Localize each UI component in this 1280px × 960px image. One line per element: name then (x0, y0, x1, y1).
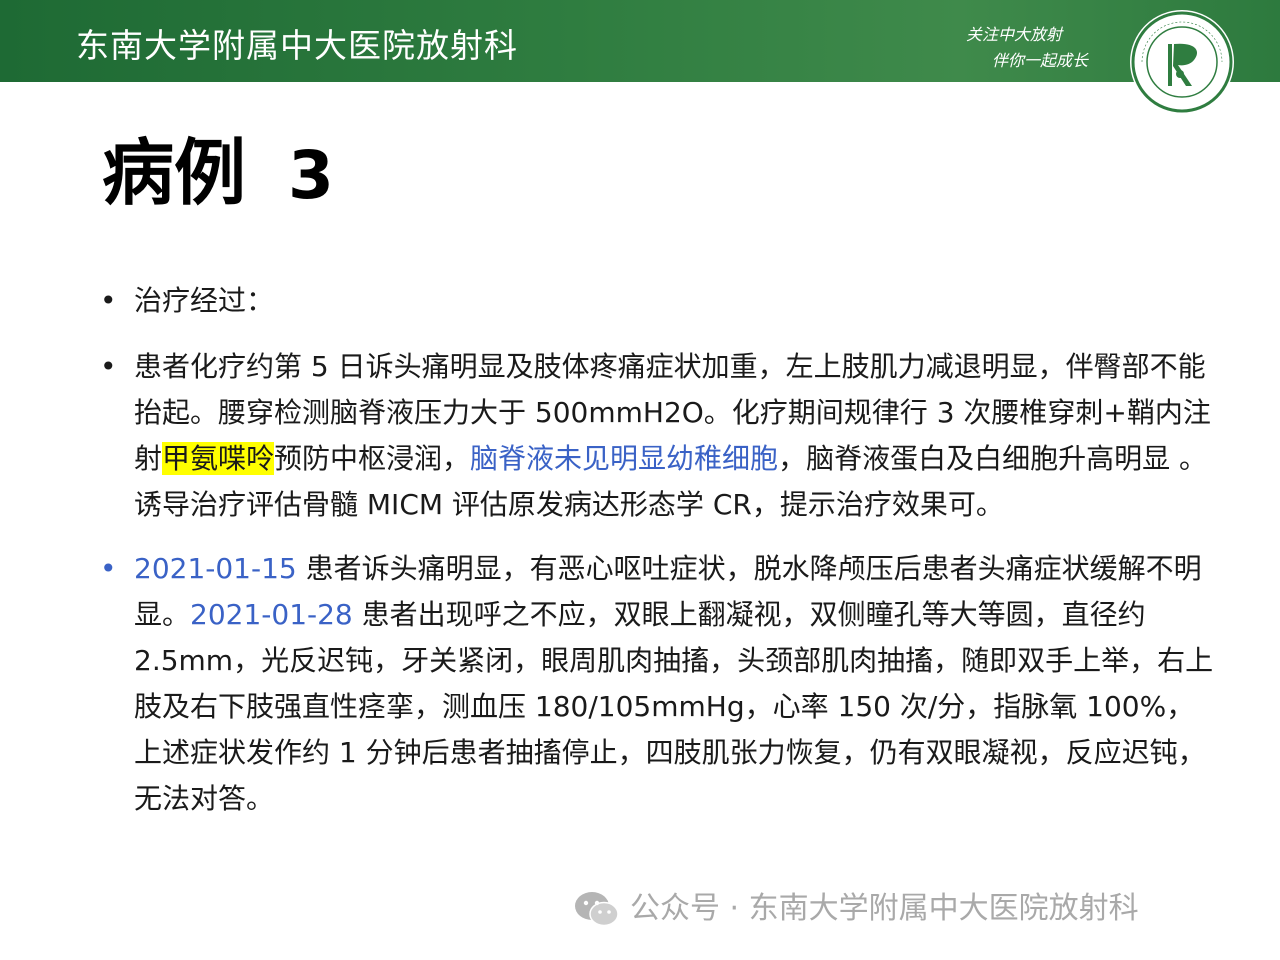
slide-title: 病例 3 (102, 128, 334, 221)
date-1: 2021-01-15 (134, 552, 297, 585)
bullet-timeline: • 2021-01-15 患者诉头痛明显，有恶心呕吐症状，脱水降颅压后患者头痛症… (100, 546, 1220, 822)
bullet-list: • 治疗经过： • 患者化疗约第 5 日诉头痛明显及肢体疼痛症状加重，左上肢肌力… (100, 278, 1220, 840)
bullet-chemotherapy: • 患者化疗约第 5 日诉头痛明显及肢体疼痛症状加重，左上肢肌力减退明显，伴臀部… (100, 344, 1220, 528)
watermark-text: 公众号 · 东南大学附属中大医院放射科 (630, 891, 1139, 926)
bullet-text-part2: 预防中枢浸润， (274, 442, 471, 475)
wechat-icon (575, 892, 619, 927)
blue-emphasis-text: 脑脊液未见明显幼稚细胞 (470, 442, 779, 475)
radiology-department-logo-icon (1130, 10, 1234, 114)
slide-title-text: 病例 (102, 131, 247, 215)
header-title: 东南大学附属中大医院放射科 (76, 26, 518, 65)
wechat-watermark: 公众号 · 东南大学附属中大医院放射科 (572, 886, 1139, 932)
header-slogan: 关注中大放射 伴你一起成长 (966, 22, 1088, 74)
slogan-line-1: 关注中大放射 (965, 25, 1062, 44)
bullet-text: 治疗经过： (134, 284, 275, 317)
date-2: 2021-01-28 (190, 598, 353, 631)
slide-title-number: 3 (288, 137, 334, 214)
bullet-dot: • (100, 350, 117, 383)
header-bar: 东南大学附属中大医院放射科 关注中大放射 伴你一起成长 (0, 0, 1280, 82)
slogan-line-2: 伴你一起成长 (991, 51, 1088, 70)
bullet-dot: • (100, 284, 117, 317)
bullet-treatment-heading: • 治疗经过： (100, 278, 1220, 324)
bullet-dot: • (100, 552, 117, 585)
highlighted-drug: 甲氨喋呤 (162, 442, 275, 475)
